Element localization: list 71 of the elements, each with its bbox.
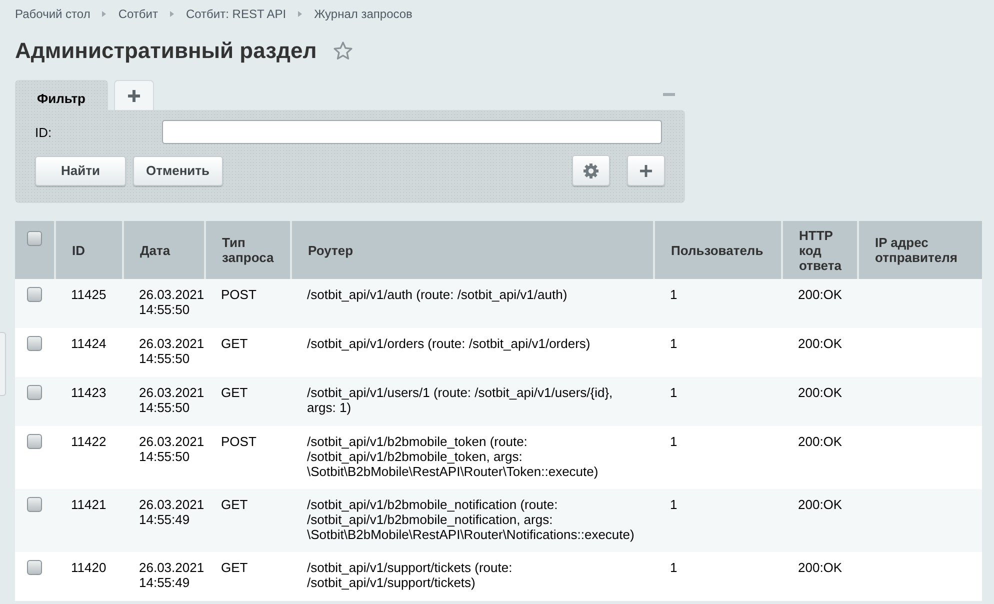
add-tab-button[interactable]	[114, 80, 154, 110]
column-header[interactable]: Дата	[123, 221, 205, 279]
chevron-icon	[170, 11, 174, 17]
table-cell: 11424	[55, 328, 123, 377]
row-checkbox[interactable]	[27, 385, 42, 400]
column-header[interactable]: Пользователь	[654, 221, 782, 279]
settings-icon	[583, 162, 599, 178]
table-cell: 200:OK	[782, 552, 858, 601]
column-header[interactable]: Тип запроса	[205, 221, 291, 279]
table-cell: 11425	[55, 279, 123, 328]
table-cell: GET	[205, 552, 291, 601]
row-checkbox[interactable]	[27, 560, 42, 575]
table-cell: /sotbit_api/v1/b2bmobile_notification (route: /sotbit_api/v1/b2bmobile_notification, args: \Sotbit\B2bMobile\RestAPI\Router\Notifications::execute)	[291, 489, 654, 552]
cancel-button[interactable]: Отменить	[133, 156, 223, 186]
table-cell: 1	[654, 426, 782, 489]
breadcrumb-link[interactable]: Сотбит	[118, 7, 158, 21]
filter-tab[interactable]: Фильтр	[15, 80, 108, 110]
table-cell: 200:OK	[782, 377, 858, 426]
plus-icon	[126, 88, 141, 102]
table-cell: GET	[205, 328, 291, 377]
table-cell: 1	[654, 328, 782, 377]
table-cell: /sotbit_api/v1/auth (route: /sotbit_api/v1/auth)	[291, 279, 654, 328]
settings-button[interactable]	[572, 155, 610, 186]
table-cell: 1	[654, 377, 782, 426]
table-cell: 200:OK	[782, 426, 858, 489]
plus-icon	[639, 164, 653, 178]
chevron-icon	[298, 11, 302, 17]
select-all-checkbox[interactable]	[27, 231, 42, 246]
chevron-icon	[102, 11, 106, 17]
id-input-field[interactable]	[162, 120, 662, 144]
row-checkbox[interactable]	[27, 434, 42, 449]
breadcrumb-link[interactable]: Рабочий стол	[15, 7, 90, 21]
table-cell: /sotbit_api/v1/support/tickets (route: /sotbit_api/v1/support/tickets)	[291, 552, 654, 601]
table-cell: 26.03.2021 14:55:49	[123, 552, 205, 601]
field-label: ID:	[35, 124, 53, 140]
table-cell: POST	[205, 279, 291, 328]
breadcrumb-link[interactable]: Сотбит: REST API	[186, 7, 286, 21]
row-checkbox[interactable]	[27, 287, 42, 302]
table-cell: 26.03.2021 14:55:49	[123, 489, 205, 552]
column-header[interactable]: IP адрес отправителя	[858, 221, 982, 279]
table-cell: 1	[654, 552, 782, 601]
find-button[interactable]: Найти	[35, 156, 126, 186]
row-checkbox[interactable]	[27, 336, 42, 351]
column-header[interactable]: ID	[55, 221, 123, 279]
table-cell: /sotbit_api/v1/users/1 (route: /sotbit_api/v1/users/{id}, args: 1)	[291, 377, 654, 426]
table-cell: 200:OK	[782, 489, 858, 552]
row-checkbox[interactable]	[27, 497, 42, 512]
table-cell: POST	[205, 426, 291, 489]
column-header[interactable]: HTTP код ответа	[782, 221, 858, 279]
table-cell: GET	[205, 489, 291, 552]
table-cell: 11423	[55, 377, 123, 426]
column-header[interactable]: Роутер	[291, 221, 654, 279]
table-cell: 1	[654, 489, 782, 552]
table-cell: /sotbit_api/v1/b2bmobile_token (route: /sotbit_api/v1/b2bmobile_token, args: \Sotbit\B2bMobile\RestAPI\Router\Token::execute)	[291, 426, 654, 489]
table-cell: 200:OK	[782, 328, 858, 377]
star-icon[interactable]	[332, 41, 353, 61]
table-cell: 26.03.2021 14:55:50	[123, 328, 205, 377]
table-cell: 11421	[55, 489, 123, 552]
table-cell: 26.03.2021 14:55:50	[123, 279, 205, 328]
page-title: Административный раздел	[15, 38, 317, 64]
side-panel-handle[interactable]	[0, 332, 6, 396]
table-cell: 11422	[55, 426, 123, 489]
table-cell: 1	[654, 279, 782, 328]
table-cell: 26.03.2021 14:55:50	[123, 426, 205, 489]
breadcrumb-link[interactable]: Журнал запросов	[314, 7, 412, 21]
table-cell: 200:OK	[782, 279, 858, 328]
table-cell: 11420	[55, 552, 123, 601]
add-button[interactable]	[627, 155, 665, 186]
table-cell: /sotbit_api/v1/orders (route: /sotbit_api/v1/orders)	[291, 328, 654, 377]
table-cell: GET	[205, 377, 291, 426]
table-cell: 26.03.2021 14:55:50	[123, 377, 205, 426]
